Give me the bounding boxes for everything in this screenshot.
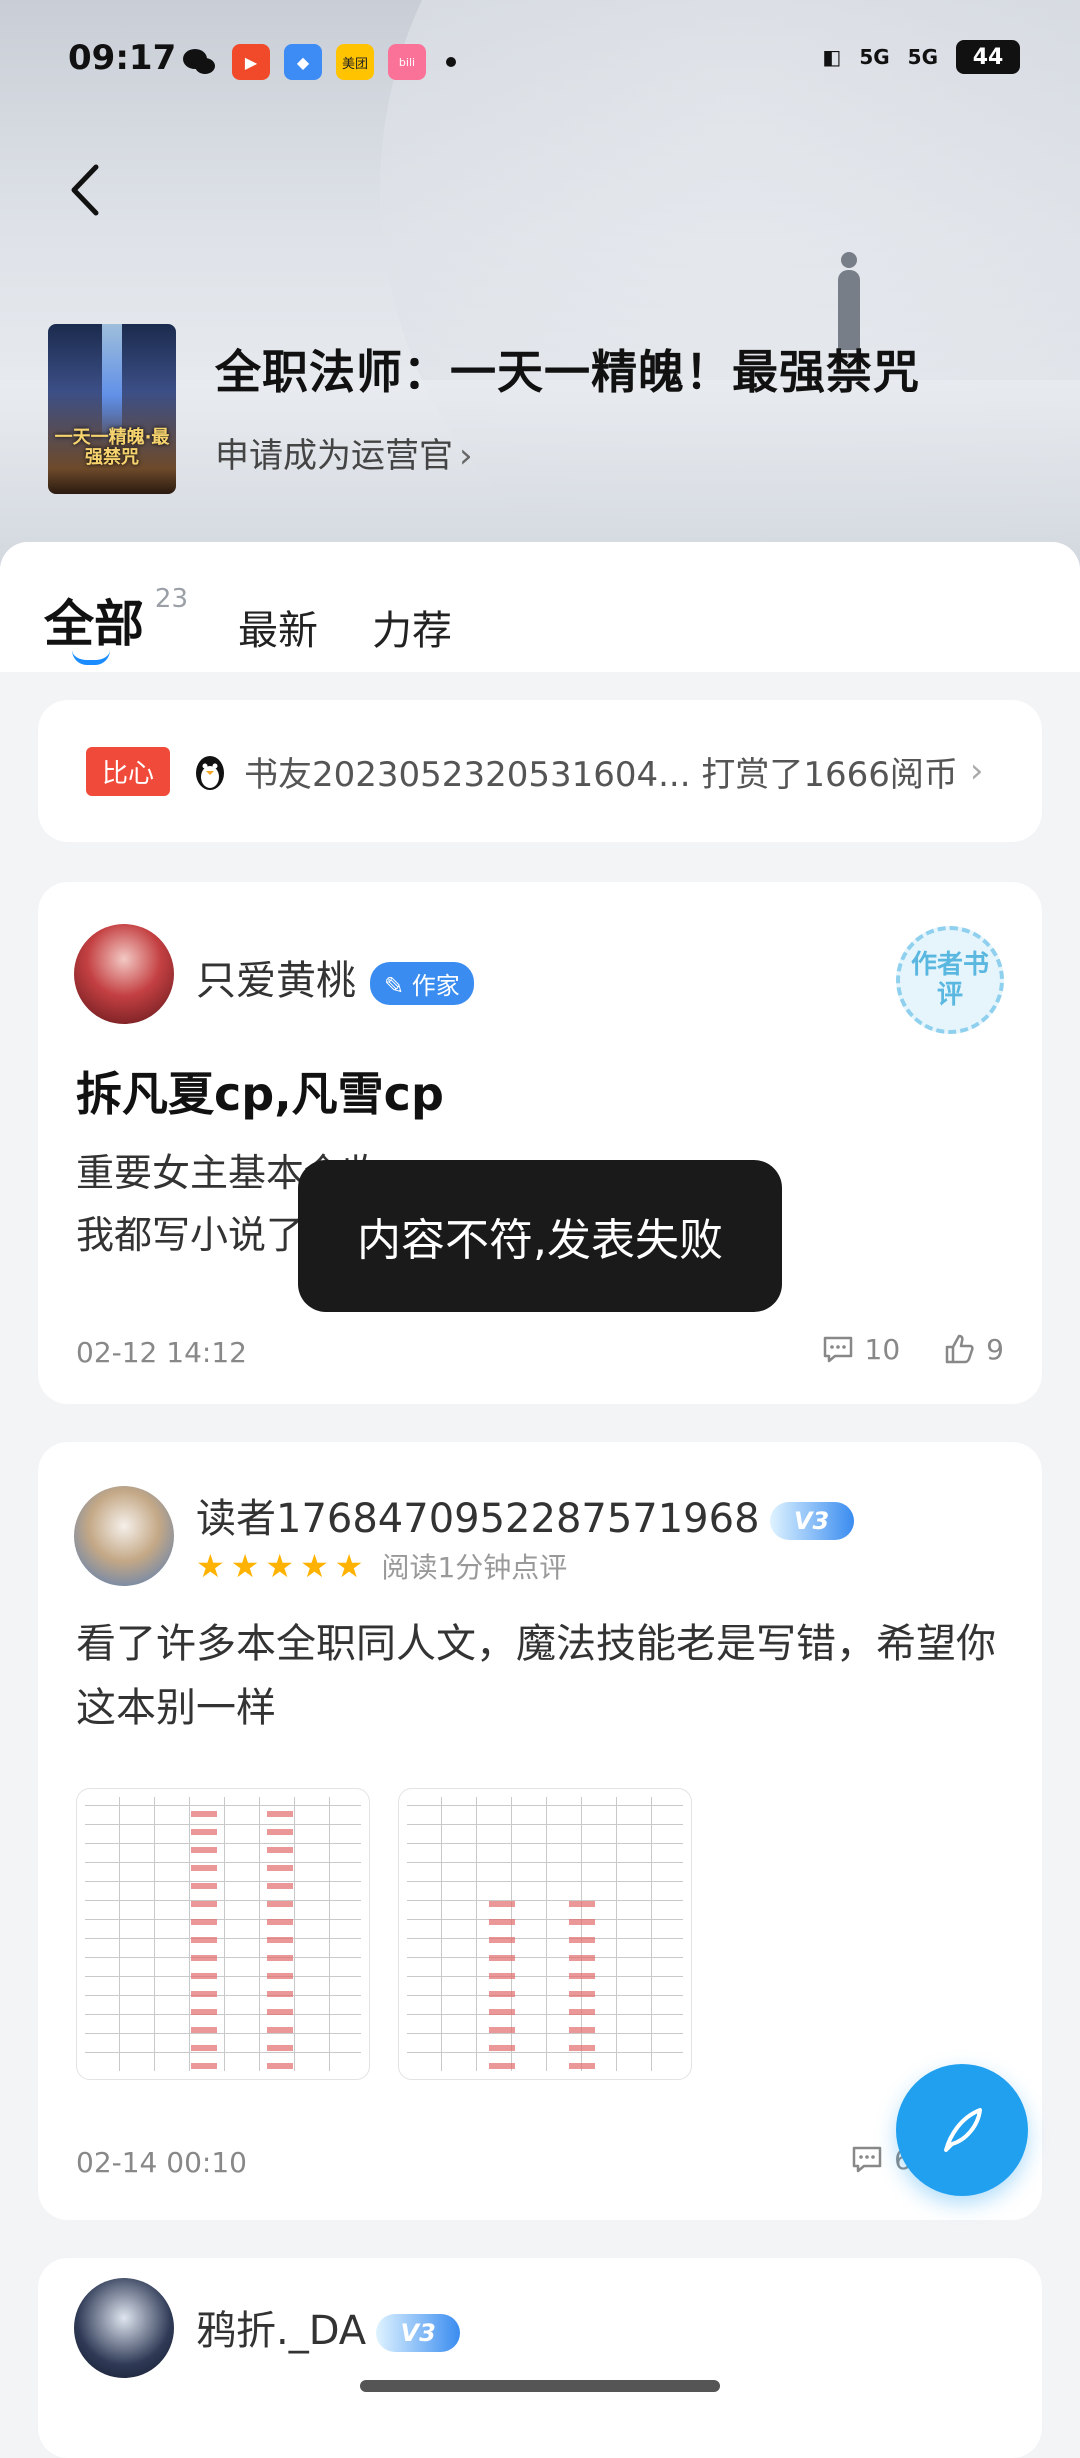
review-username[interactable]: 读者1768470952287571968 V3 [196,1486,854,1544]
like-button[interactable]: 9 [942,1332,1004,1366]
chevron-left-icon [71,164,99,216]
chevron-right-icon: › [459,436,473,476]
avatar[interactable] [74,2278,174,2378]
back-button[interactable] [60,160,110,220]
battery-icon: 44 [956,40,1020,74]
vip-level-badge: V3 [376,2314,461,2352]
home-indicator[interactable] [360,2380,720,2392]
signal-5g-2: 5G [907,45,938,69]
tab-all[interactable]: 全部 23 [44,584,188,656]
wechat-icon [180,44,218,80]
quill-pen-icon [944,2108,982,2152]
avatar[interactable] [74,924,174,1024]
comment-button[interactable]: 10 [821,1332,900,1366]
review-time: 02-14 00:10 [76,2146,247,2179]
star-icon: ★ [230,1547,260,1585]
review-time: 02-12 14:12 [76,1336,247,1369]
author-badge: ✎ 作家 [370,961,474,1005]
review-card-author[interactable]: 只爱黄桃 ✎ 作家 作者书评 拆凡夏cp,凡雪cp 重要女主基本全收。 我都写小说… [38,882,1042,1404]
review-card-reader[interactable]: 读者1768470952287571968 V3 ★ ★ ★ ★ ★ 阅读1分钟点… [38,1442,1042,2220]
bilibili-app-icon: bili [388,44,426,80]
review-image[interactable] [398,1788,692,2080]
tip-badge: 比心 [86,746,171,796]
comment-icon [852,2146,882,2173]
thumbs-up-icon [945,1334,974,1364]
more-notifications-dot [446,57,456,67]
review-tabs: 全部 23 最新 力荐 [44,584,452,656]
tip-banner[interactable]: 比心 书友2023052320531604... 打赏了1666阅币 › [38,700,1042,842]
book-cover-text: 一天一精魄·最强禁咒 [54,427,170,468]
star-icon: ★ [265,1547,295,1585]
review-username[interactable]: 鸦折._DA V3 [196,2298,461,2356]
status-bar: 09:17 ▶ ◆ 美团 bili ◧ 5G 5G 44 [0,0,1080,120]
star-rating: ★ ★ ★ ★ ★ 阅读1分钟点评 [196,1546,567,1586]
star-icon: ★ [196,1547,225,1585]
star-icon: ★ [334,1547,364,1585]
star-icon: ★ [300,1547,329,1585]
review-actions: 10 9 [821,1332,1004,1366]
book-title: 全职法师：一天一精魄！最强禁咒 [215,345,920,399]
penguin-avatar-icon [188,749,233,793]
review-title: 拆凡夏cp,凡雪cp [76,1067,444,1121]
review-username[interactable]: 只爱黄桃 ✎ 作家 [196,948,474,1006]
review-image[interactable] [76,1788,370,2080]
review-card-reader[interactable]: 鸦折._DA V3 [38,2258,1042,2458]
book-cover[interactable]: 一天一精魄·最强禁咒 [48,324,176,494]
write-review-button[interactable] [896,2064,1028,2196]
browser-app-icon: ◆ [284,44,322,80]
notification-icons: ▶ ◆ 美团 bili [180,44,456,80]
rating-note: 阅读1分钟点评 [381,1551,568,1584]
video-app-icon: ▶ [232,44,270,80]
error-toast: 内容不符,发表失败 [298,1160,782,1312]
author-review-stamp: 作者书评 [896,926,1004,1034]
avatar[interactable] [74,1486,174,1586]
tab-all-count: 23 [154,584,188,614]
nfc-icon: ◧ [822,45,842,69]
tab-recommended[interactable]: 力荐 [372,598,452,656]
meituan-app-icon: 美团 [336,44,374,80]
chevron-right-icon: › [969,751,984,791]
signal-5g-1: 5G [859,45,890,69]
system-indicators: ◧ 5G 5G 44 [822,40,1020,74]
review-body: 看了许多本全职同人文，魔法技能老是写错，希望你这本别一样 [76,1621,996,1731]
tab-latest[interactable]: 最新 [238,598,318,656]
tip-text: 书友2023052320531604... 打赏了1666阅币 [244,754,958,795]
apply-operator-link[interactable]: 申请成为运营官 › [215,428,473,477]
vip-level-badge: V3 [769,1502,854,1540]
comment-icon [823,1336,852,1363]
status-time: 09:17 [68,38,177,78]
